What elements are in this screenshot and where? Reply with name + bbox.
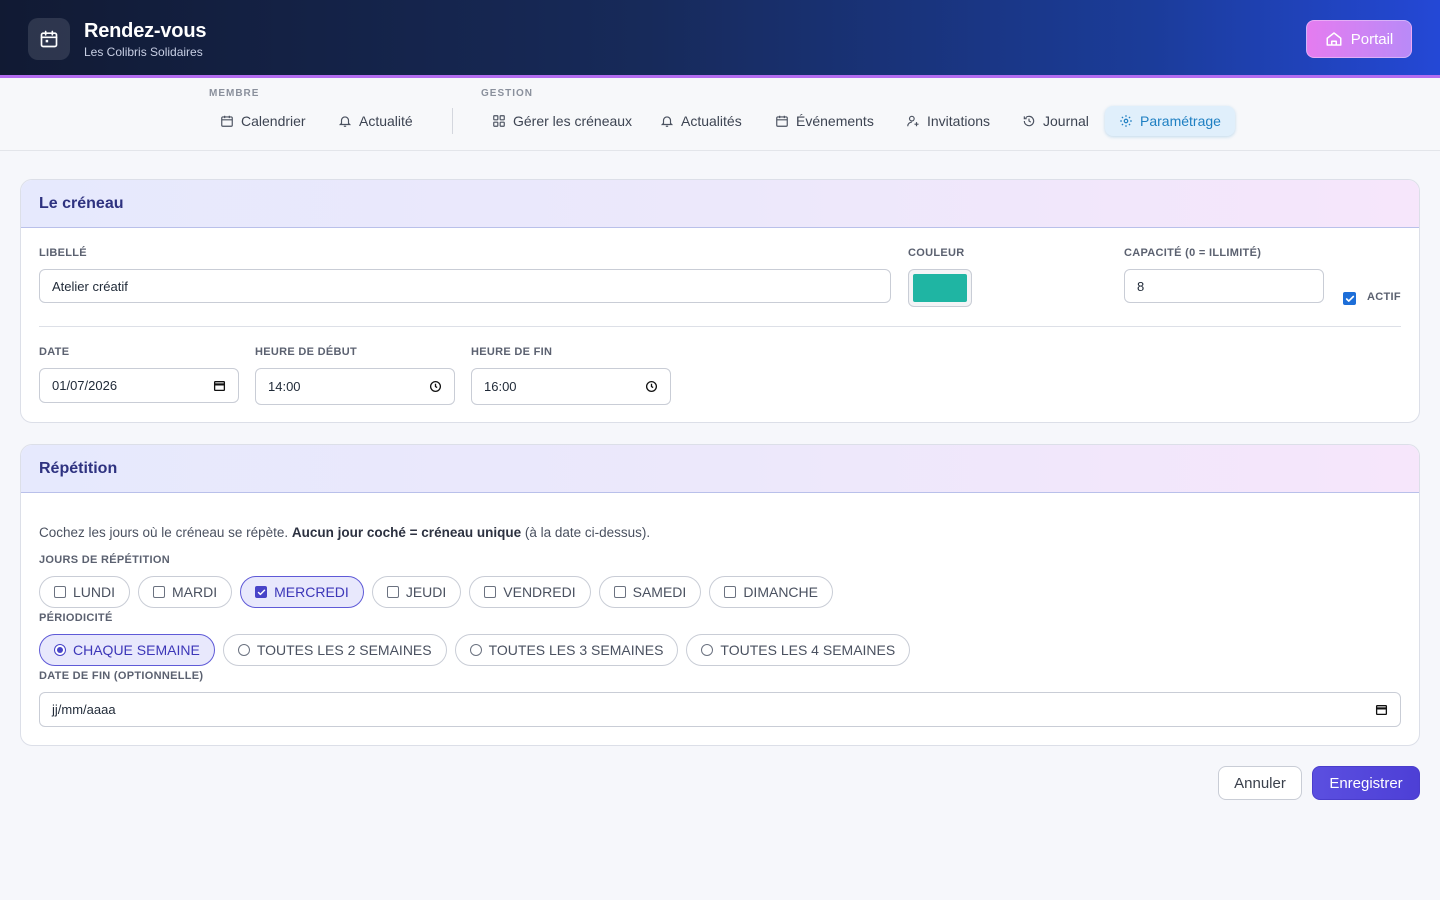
nav-label: Calendrier	[241, 113, 306, 129]
color-swatch	[913, 274, 967, 302]
nav-divider	[452, 108, 453, 134]
creneau-card: Le créneau LIBELLÉ Atelier créatif COULE…	[20, 179, 1420, 423]
main-nav: MEMBRE GESTION Calendrier Actualité Gére…	[0, 78, 1440, 151]
nav-item-evenements[interactable]: Événements	[767, 106, 882, 136]
checkbox[interactable]	[484, 586, 497, 598]
fin-input[interactable]: 16:00	[471, 368, 671, 405]
jour-chip-mercredi[interactable]: MERCREDI	[240, 576, 364, 608]
nav-label: Événements	[796, 113, 874, 129]
periodicite-label: PÉRIODICITÉ	[39, 612, 113, 624]
date-fin-input[interactable]: jj/mm/aaaa	[39, 692, 1401, 727]
calendar-icon	[776, 115, 788, 127]
calendar-app-icon	[28, 18, 70, 60]
periodicite-chips: CHAQUE SEMAINE TOUTES LES 2 SEMAINES TOU…	[39, 634, 911, 666]
jour-chip-samedi[interactable]: SAMEDI	[598, 576, 702, 608]
jour-chip-dimanche[interactable]: DIMANCHE	[709, 576, 833, 608]
clock-icon[interactable]	[429, 380, 442, 393]
user-plus-icon	[907, 115, 919, 127]
bell-icon	[338, 116, 352, 127]
checkbox[interactable]	[386, 586, 399, 598]
actif-label: ACTIF	[1367, 291, 1401, 303]
periodicite-3-semaines[interactable]: TOUTES LES 3 SEMAINES	[454, 634, 679, 666]
libelle-input[interactable]: Atelier créatif	[39, 269, 891, 303]
radio[interactable]	[469, 644, 482, 656]
jour-chip-mardi[interactable]: MARDI	[138, 576, 233, 608]
debut-label: HEURE DE DÉBUT	[255, 346, 357, 358]
capacite-value: 8	[1137, 278, 1145, 294]
nav-label: Journal	[1043, 113, 1089, 129]
nav-item-journal[interactable]: Journal	[1014, 106, 1097, 136]
date-fin-label: DATE DE FIN (OPTIONNELLE)	[39, 670, 204, 682]
app-title: Rendez-vous	[84, 20, 207, 42]
repetition-help-text: Cochez les jours où le créneau se répète…	[39, 525, 651, 540]
fin-label: HEURE DE FIN	[471, 346, 553, 358]
jour-chip-lundi[interactable]: LUNDI	[39, 576, 131, 608]
nav-item-parametrage[interactable]: Paramétrage	[1105, 106, 1235, 136]
bell-icon	[660, 116, 674, 127]
date-value: 01/07/2026	[52, 378, 118, 393]
periodicite-chaque-semaine[interactable]: CHAQUE SEMAINE	[39, 634, 215, 666]
periodicite-2-semaines[interactable]: TOUTES LES 2 SEMAINES	[222, 634, 447, 666]
portail-label: Portail	[1350, 30, 1394, 48]
debut-input[interactable]: 14:00	[255, 368, 455, 405]
gear-icon	[1120, 115, 1132, 127]
nav-item-gerer-creneaux[interactable]: Gérer les créneaux	[484, 106, 640, 136]
nav-label: Actualités	[681, 113, 742, 129]
checkbox[interactable]	[613, 586, 626, 598]
radio[interactable]	[237, 644, 250, 656]
nav-label: Actualité	[359, 113, 413, 129]
top-header: Rendez-vous Les Colibris Solidaires Port…	[0, 0, 1440, 78]
debut-value: 14:00	[268, 379, 301, 394]
calendar-icon	[221, 115, 233, 127]
cancel-button[interactable]: Annuler	[1218, 766, 1302, 800]
calendar-icon[interactable]	[1375, 703, 1388, 716]
check-icon	[257, 589, 265, 595]
capacite-label: CAPACITÉ (0 = ILLIMITÉ)	[1124, 247, 1262, 259]
nav-item-actualite[interactable]: Actualité	[330, 106, 421, 136]
actif-checkbox[interactable]	[1343, 292, 1356, 305]
periodicite-4-semaines[interactable]: TOUTES LES 4 SEMAINES	[686, 634, 911, 666]
calendar-icon[interactable]	[213, 379, 226, 392]
creneau-card-title: Le créneau	[21, 180, 1419, 228]
nav-group-gestion: GESTION	[481, 88, 534, 99]
radio[interactable]	[54, 644, 66, 656]
radio[interactable]	[701, 644, 714, 656]
capacite-input[interactable]: 8	[1124, 269, 1324, 303]
portail-button[interactable]: Portail	[1306, 20, 1412, 58]
libelle-value: Atelier créatif	[52, 278, 128, 294]
grid-icon	[493, 115, 505, 127]
checkbox[interactable]	[153, 586, 166, 598]
jours-label: JOURS DE RÉPÉTITION	[39, 554, 170, 566]
couleur-picker[interactable]	[908, 269, 972, 307]
fin-value: 16:00	[484, 379, 517, 394]
date-label: DATE	[39, 346, 70, 358]
clock-icon[interactable]	[645, 380, 658, 393]
jour-chip-jeudi[interactable]: JEUDI	[371, 576, 462, 608]
org-name: Les Colibris Solidaires	[84, 45, 203, 59]
date-input[interactable]: 01/07/2026	[39, 368, 239, 403]
checkbox[interactable]	[724, 586, 737, 598]
jours-chips: LUNDI MARDI MERCREDI JEUDI VENDREDI SAME…	[39, 576, 833, 608]
repetition-card: Répétition Cochez les jours où le crénea…	[20, 444, 1420, 746]
divider	[39, 326, 1401, 327]
jour-chip-vendredi[interactable]: VENDREDI	[469, 576, 591, 608]
history-icon	[1023, 115, 1035, 127]
couleur-label: COULEUR	[908, 247, 965, 259]
nav-item-actualites[interactable]: Actualités	[652, 106, 750, 136]
nav-group-membre: MEMBRE	[209, 88, 260, 99]
checkbox[interactable]	[54, 586, 66, 598]
libelle-label: LIBELLÉ	[39, 247, 87, 259]
nav-label: Gérer les créneaux	[513, 113, 633, 129]
checkbox[interactable]	[255, 586, 268, 598]
save-button[interactable]: Enregistrer	[1312, 766, 1420, 800]
nav-label: Invitations	[927, 113, 991, 129]
date-fin-placeholder: jj/mm/aaaa	[52, 702, 116, 717]
home-icon	[1326, 32, 1342, 46]
nav-item-calendrier[interactable]: Calendrier	[212, 106, 314, 136]
repetition-card-title: Répétition	[21, 445, 1419, 493]
nav-label: Paramétrage	[1140, 113, 1221, 129]
nav-item-invitations[interactable]: Invitations	[898, 106, 998, 136]
check-icon	[1345, 295, 1354, 302]
